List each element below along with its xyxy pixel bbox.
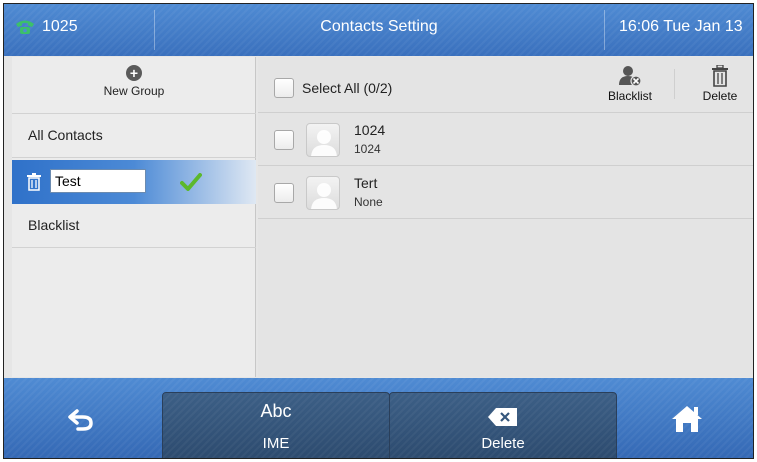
group-name-input[interactable]	[50, 169, 146, 193]
new-group-button[interactable]: + New Group	[12, 63, 256, 111]
back-arrow-icon	[68, 409, 93, 431]
contact-name: 1024	[354, 122, 386, 138]
contact-checkbox[interactable]	[274, 183, 294, 203]
avatar	[306, 176, 340, 210]
default-avatar-icon	[311, 183, 337, 209]
blacklist-user-icon	[619, 66, 642, 87]
blacklist-label: Blacklist	[607, 89, 652, 103]
phone-screen: 1025 Contacts Setting 16:06 Tue Jan 13 +…	[3, 3, 754, 459]
group-label: Blacklist	[28, 217, 80, 233]
blacklist-button[interactable]: Blacklist	[600, 63, 660, 109]
page-title: Contacts Setting	[320, 18, 438, 35]
ime-label: IME	[262, 435, 290, 452]
select-all-label: Select All (0/2)	[302, 80, 393, 96]
home-icon	[672, 406, 702, 432]
status-line: 1025 Contacts Setting 16:06 Tue Jan 13	[4, 4, 753, 56]
contact-toolbar: Select All (0/2) Blacklist Delete	[258, 57, 753, 113]
line-number: 1025	[42, 18, 78, 35]
status-bar: 1025 Contacts Setting 16:06 Tue Jan 13	[4, 4, 753, 56]
contact-number: None	[354, 195, 383, 209]
back-softkey[interactable]	[4, 378, 161, 458]
toolbar-divider	[674, 69, 675, 99]
contact-list: Select All (0/2) Blacklist Delete 1024 1…	[258, 57, 753, 377]
group-list: + New Group All Contacts Blacklist	[12, 57, 256, 377]
delete-button[interactable]: Delete	[690, 63, 750, 109]
home-softkey[interactable]	[618, 378, 753, 458]
group-item-all-contacts[interactable]: All Contacts	[12, 114, 256, 158]
delete-softkey-label: Delete	[481, 435, 525, 452]
ime-mode: Abc	[260, 401, 292, 421]
group-label: All Contacts	[28, 127, 103, 143]
ime-softkey[interactable]: Abc IME	[162, 392, 390, 458]
group-item-blacklist[interactable]: Blacklist	[12, 204, 256, 248]
backspace-icon	[488, 408, 517, 426]
phone-icon	[16, 20, 34, 34]
avatar	[306, 123, 340, 157]
trash-icon[interactable]	[26, 173, 42, 191]
contact-name: Tert	[354, 175, 378, 191]
delete-label: Delete	[702, 89, 738, 103]
line-indicator[interactable]: 1025	[14, 18, 78, 36]
contact-row[interactable]: Tert None	[258, 167, 753, 219]
delete-softkey[interactable]: Delete	[389, 392, 617, 458]
plus-circle-icon: +	[126, 65, 142, 81]
clock: 16:06 Tue Jan 13	[619, 18, 743, 35]
contact-number: 1024	[354, 142, 381, 156]
contact-checkbox[interactable]	[274, 130, 294, 150]
select-all-checkbox[interactable]	[274, 78, 294, 98]
new-group-label: New Group	[103, 84, 165, 98]
trash-icon	[712, 65, 728, 87]
checkmark-icon[interactable]	[180, 173, 202, 191]
group-item-editing[interactable]	[12, 160, 256, 204]
softkey-bar: Abc IME Delete	[4, 378, 753, 458]
contact-row[interactable]: 1024 1024	[258, 114, 753, 166]
default-avatar-icon	[311, 130, 337, 156]
